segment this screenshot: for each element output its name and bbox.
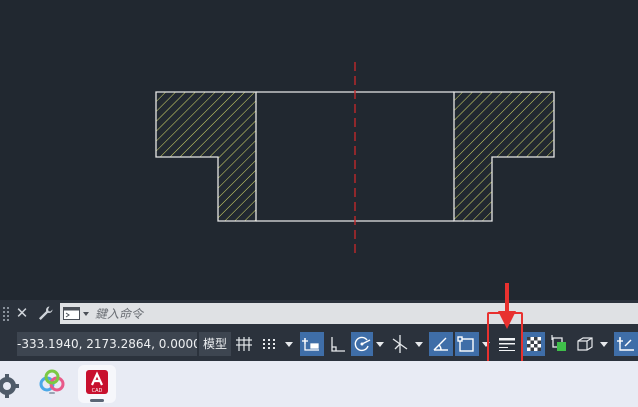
left-hatched-section — [155, 91, 257, 222]
dynamic-ucs-icon[interactable] — [429, 332, 453, 356]
chevron-down-icon[interactable] — [283, 332, 295, 356]
command-line-bar: ✕ — [0, 300, 638, 327]
grid-display-icon[interactable] — [233, 332, 257, 356]
command-prompt-icon[interactable] — [63, 307, 91, 320]
coordinates-readout[interactable]: -333.1940, 2173.2864, 0.0000 — [17, 332, 197, 356]
command-input[interactable] — [95, 303, 615, 324]
red-arrow-annotation — [498, 283, 516, 329]
active-app-indicator — [90, 399, 104, 402]
ortho-mode-icon[interactable] — [327, 332, 349, 356]
polar-tracking-icon[interactable] — [351, 332, 373, 356]
settings-gear-icon[interactable] — [0, 365, 26, 403]
chevron-down-icon[interactable] — [598, 332, 610, 356]
transparency-icon[interactable] — [523, 332, 545, 356]
isometric-drafting-icon[interactable] — [389, 332, 411, 356]
snap-mode-icon[interactable] — [259, 332, 281, 356]
command-input-box[interactable] — [60, 303, 638, 324]
autocad-app-icon[interactable]: CAD — [78, 365, 116, 403]
model-space-button[interactable]: 模型 — [199, 332, 231, 356]
annotation-monitor-icon[interactable] — [614, 332, 638, 356]
close-icon[interactable]: ✕ — [13, 303, 31, 323]
infer-constraints-icon[interactable] — [300, 332, 324, 356]
object-snap-icon[interactable] — [455, 332, 479, 356]
3d-object-snap-icon[interactable] — [573, 332, 597, 356]
selection-cycling-icon[interactable] — [548, 332, 570, 356]
right-hatched-section — [453, 91, 555, 222]
app-badge: CAD — [92, 388, 103, 394]
drawing-canvas[interactable] — [0, 0, 638, 300]
drag-grip-icon[interactable] — [3, 307, 9, 321]
chevron-down-icon[interactable] — [374, 332, 386, 356]
status-bar: -333.1940, 2173.2864, 0.0000 模型 — [0, 327, 638, 361]
cloud-app-icon[interactable] — [33, 365, 71, 403]
taskbar: CAD — [0, 361, 638, 407]
chevron-down-icon[interactable] — [413, 332, 425, 356]
wrench-icon[interactable] — [36, 304, 54, 322]
